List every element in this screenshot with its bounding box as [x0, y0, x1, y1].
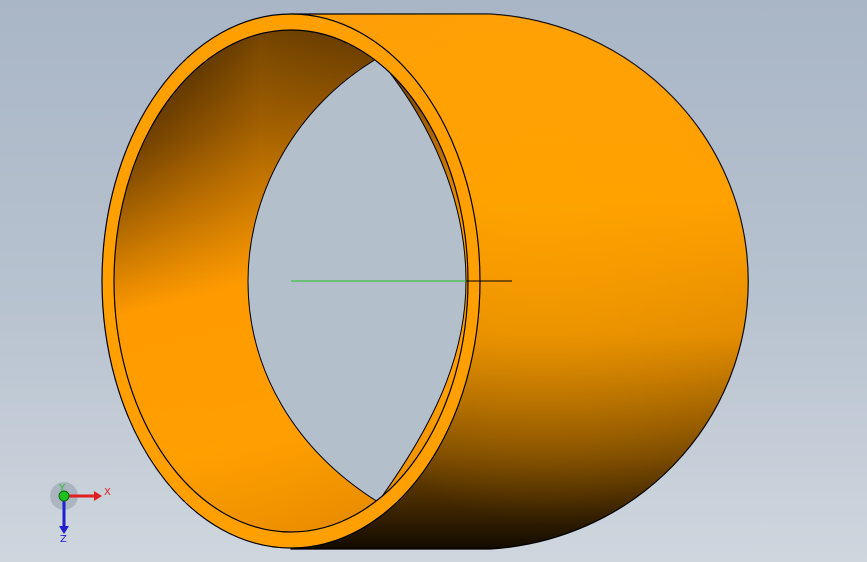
z-arrowhead-icon: [59, 526, 69, 534]
orientation-triad[interactable]: X Z Y: [44, 482, 124, 552]
x-arrowhead-icon: [94, 491, 102, 501]
x-axis-label: X: [104, 487, 111, 498]
z-axis-label: Z: [60, 534, 67, 545]
cad-viewport[interactable]: X Z Y: [0, 0, 867, 562]
y-axis-label: Y: [58, 483, 66, 494]
model-scene[interactable]: [0, 0, 867, 562]
